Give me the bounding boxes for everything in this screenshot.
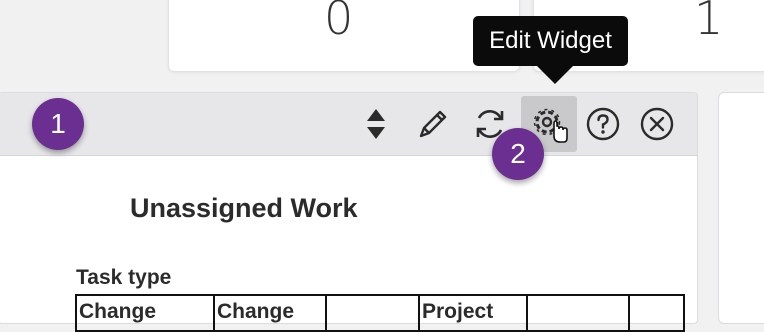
side-panel (718, 92, 764, 324)
table-header: Project (418, 294, 528, 332)
widget-title: Unassigned Work (130, 193, 358, 223)
pencil-icon[interactable] (415, 106, 451, 142)
tooltip-arrow (535, 64, 575, 84)
stat-value-right: 1 (694, 0, 724, 45)
close-circle-icon[interactable] (639, 106, 675, 142)
edit-widget-tooltip: Edit Widget (473, 16, 628, 66)
sort-icon[interactable] (358, 106, 394, 142)
table-header (526, 294, 630, 332)
table-header (628, 294, 685, 332)
task-type-label: Task type (76, 266, 172, 289)
table-header-row: Change Change Project (75, 294, 685, 332)
task-type-table: Change Change Project (75, 294, 685, 332)
stat-card-left: 0 (168, 0, 520, 72)
help-icon[interactable] (585, 106, 621, 142)
step-badge-2: 2 (492, 128, 544, 180)
table-header: Change (75, 294, 215, 332)
table-header (325, 294, 420, 332)
table-header: Change (213, 294, 327, 332)
stat-value-left: 0 (324, 0, 354, 45)
step-badge-1: 1 (32, 98, 84, 150)
